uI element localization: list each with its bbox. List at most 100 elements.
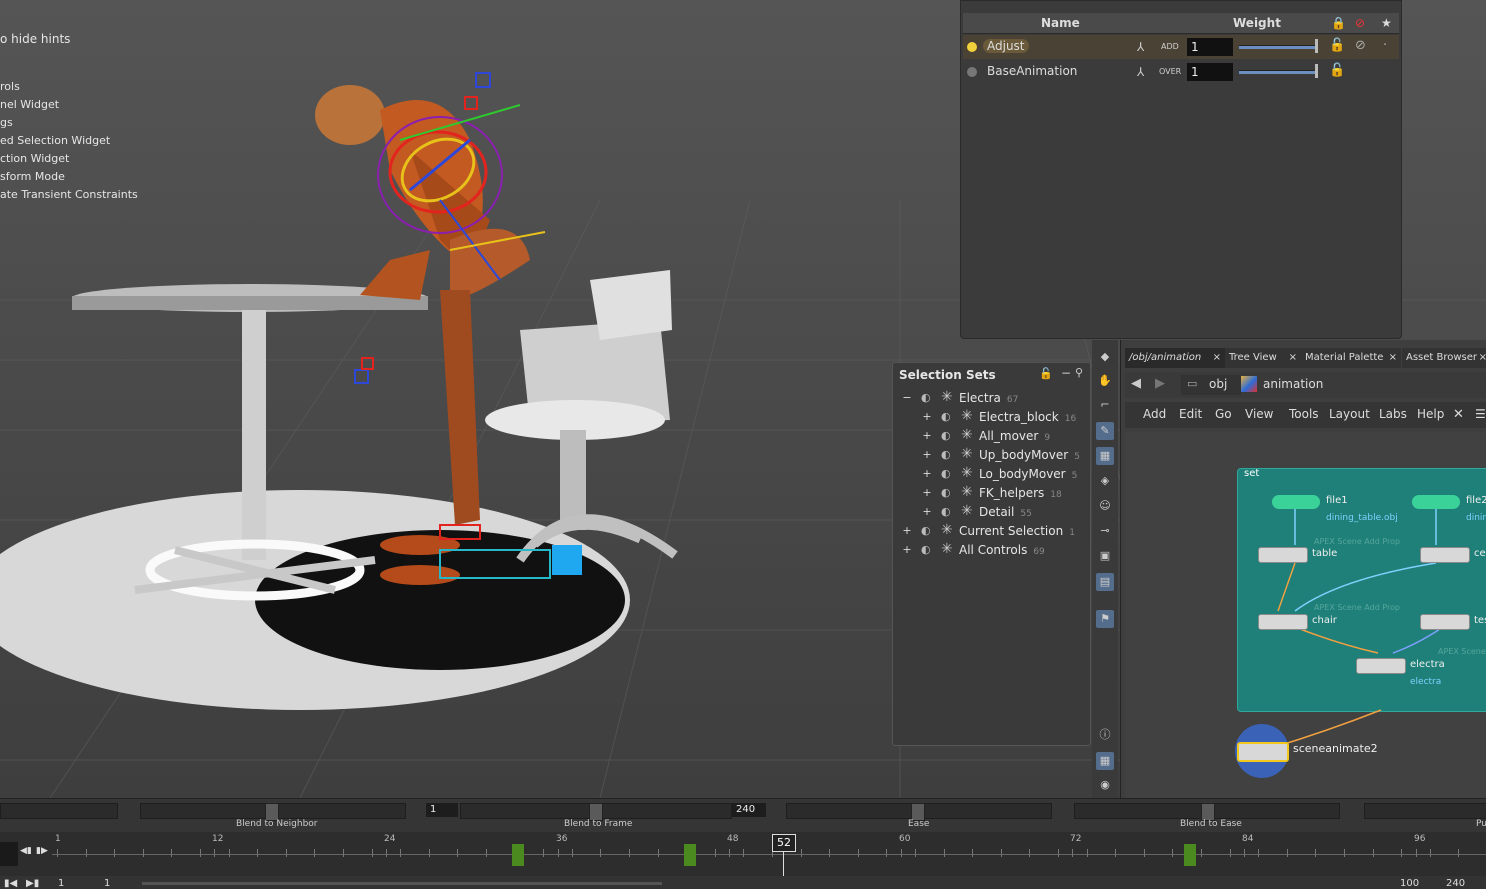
selection-set-item[interactable]: + ◐ ✳ Electra_block 16 — [921, 408, 1091, 427]
layer-mode[interactable]: OVER — [1159, 67, 1181, 76]
node-file2[interactable] — [1412, 495, 1460, 509]
diamond-tool-icon[interactable]: ◈ — [1096, 472, 1114, 490]
lock-icon[interactable]: 🔓 — [1039, 367, 1053, 380]
selection-set-item[interactable]: + ◐ ✳ All Controls 69 — [901, 541, 1071, 560]
close-icon[interactable]: × — [1289, 348, 1297, 368]
menu-go[interactable]: Go — [1215, 407, 1232, 421]
layer-name[interactable]: BaseAnimation — [983, 64, 1081, 78]
lock-icon[interactable]: 🔓 — [1329, 38, 1345, 53]
mute-all-icon[interactable]: ⊘ — [1355, 16, 1365, 30]
keyframe-marker[interactable] — [684, 844, 696, 866]
expand-toggle-icon[interactable]: − — [901, 392, 913, 404]
selection-set-item[interactable]: + ◐ ✳ All_mover 9 — [921, 427, 1091, 446]
playhead-line[interactable] — [783, 850, 784, 876]
selection-set-item[interactable]: + ◐ ✳ Lo_bodyMover 5 — [921, 465, 1091, 484]
timeline[interactable]: ◀▮ ▮▶ 1 12 24 36 48 60 72 84 96 52 — [0, 832, 1486, 876]
brush-tool-icon[interactable]: ✎ — [1096, 422, 1114, 440]
blend-to-frame-slider[interactable] — [460, 803, 732, 821]
close-icon[interactable]: × — [1389, 348, 1397, 368]
selection-set-label[interactable]: FK_helpers 18 — [979, 486, 1062, 500]
range-start2-input[interactable]: 1 — [104, 878, 110, 889]
info-icon[interactable]: ⓘ — [1096, 726, 1114, 744]
selection-set-label[interactable]: Electra_block 16 — [979, 410, 1076, 424]
menu-help[interactable]: Help — [1417, 407, 1444, 421]
list-icon[interactable]: ☰ — [1475, 407, 1486, 421]
dot-icon[interactable]: · — [1383, 38, 1387, 53]
menu-view[interactable]: View — [1245, 407, 1273, 421]
layer-mode[interactable]: ADD — [1161, 42, 1179, 51]
selection-set-label[interactable]: Electra 67 — [959, 391, 1018, 405]
layer-row-adjust[interactable]: Adjust ⅄ ADD 1 🔓 ⊘ · — [963, 35, 1399, 59]
image-tool-icon[interactable]: ▤ — [1096, 573, 1114, 591]
lock-all-icon[interactable]: 🔒 — [1331, 16, 1346, 30]
select-tool-icon[interactable]: ◆ — [1096, 348, 1114, 366]
expand-toggle-icon[interactable]: + — [901, 525, 913, 537]
menu-labs[interactable]: Labs — [1379, 407, 1407, 421]
expand-toggle-icon[interactable]: + — [921, 411, 933, 423]
tab-asset-browser[interactable]: Asset Browser × — [1402, 348, 1486, 368]
expand-toggle-icon[interactable]: + — [921, 506, 933, 518]
menu-layout[interactable]: Layout — [1329, 407, 1370, 421]
display-tool-icon[interactable]: ▣ — [1096, 547, 1114, 565]
expand-toggle-icon[interactable]: + — [921, 430, 933, 442]
current-frame-indicator[interactable]: 52 — [772, 834, 796, 852]
layer-weight-input[interactable]: 1 — [1187, 63, 1233, 81]
node-table[interactable] — [1258, 547, 1308, 563]
selection-set-item[interactable]: − ◐ ✳ Electra 67 — [901, 389, 1071, 408]
layer-weight-input[interactable]: 1 — [1187, 38, 1233, 56]
range-end-input[interactable]: 100 — [1400, 878, 1419, 889]
layer-active-dot[interactable] — [967, 42, 977, 52]
range-slider[interactable] — [142, 882, 662, 885]
selection-set-item[interactable]: + ◐ ✳ FK_helpers 18 — [921, 484, 1091, 503]
step-forward-icon[interactable]: ▮▶ — [36, 846, 48, 856]
blend-to-neighbor-slider[interactable] — [140, 803, 406, 821]
selection-set-item[interactable]: + ◐ ✳ Current Selection 1 — [901, 522, 1075, 541]
close-icon[interactable]: × — [1213, 348, 1221, 368]
tab-tree-view[interactable]: Tree View × — [1225, 348, 1301, 368]
curve-tool-icon[interactable]: ⌐ — [1096, 396, 1114, 414]
star-icon[interactable]: ★ — [1381, 16, 1392, 30]
subnet-set[interactable]: set file1 dining_table.obj file2 dinin A… — [1237, 468, 1486, 712]
expand-toggle-icon[interactable]: + — [901, 544, 913, 556]
mute-icon[interactable]: ⊘ — [1355, 38, 1366, 53]
selection-set-label[interactable]: Lo_bodyMover 5 — [979, 467, 1077, 481]
layer-row-base[interactable]: BaseAnimation ⅄ OVER 1 🔓 — [963, 60, 1399, 84]
slider-handle[interactable] — [1315, 64, 1318, 78]
node-sceneanimate2[interactable] — [1235, 724, 1289, 778]
menu-add[interactable]: Add — [1143, 407, 1166, 421]
timeline-track[interactable] — [52, 854, 1486, 855]
selection-set-label[interactable]: All Controls 69 — [959, 543, 1045, 557]
pose-tool-icon[interactable]: ✋ — [1096, 372, 1114, 390]
tools-icon[interactable]: ✕ — [1453, 407, 1464, 422]
blend-slider-left[interactable] — [0, 803, 118, 819]
selection-set-label[interactable]: All_mover 9 — [979, 429, 1050, 443]
step-back-icon[interactable]: ◀▮ — [20, 846, 32, 856]
eye-icon[interactable]: ◉ — [1096, 776, 1114, 794]
end-icon[interactable]: ▶▮ — [26, 878, 39, 889]
node-tes[interactable] — [1420, 614, 1470, 630]
robot-tool-icon[interactable]: ☺ — [1096, 497, 1114, 515]
expand-toggle-icon[interactable]: + — [921, 468, 933, 480]
node-electra[interactable] — [1356, 658, 1406, 674]
forward-arrow-icon[interactable]: ▶ — [1155, 376, 1165, 391]
tab-obj-animation[interactable]: /obj/animation × — [1125, 348, 1225, 368]
layer-name[interactable]: Adjust — [983, 39, 1029, 53]
selected-node-body[interactable] — [1237, 742, 1289, 762]
pin-icon[interactable]: ⚲ — [1075, 366, 1083, 379]
blend-start-input[interactable]: 1 — [426, 803, 458, 817]
keyframe-marker[interactable] — [1184, 844, 1196, 866]
blend-to-ease-slider[interactable] — [1074, 803, 1340, 821]
lock-icon[interactable]: 🔓 — [1329, 63, 1345, 78]
back-arrow-icon[interactable]: ◀ — [1131, 376, 1141, 391]
layout-icon[interactable]: ▦ — [1096, 752, 1114, 770]
menu-edit[interactable]: Edit — [1179, 407, 1202, 421]
selection-set-item[interactable]: + ◐ ✳ Detail 55 — [921, 503, 1091, 522]
close-icon[interactable]: × — [1479, 348, 1486, 368]
layer-weight-slider[interactable] — [1239, 45, 1317, 49]
expand-toggle-icon[interactable]: + — [921, 449, 933, 461]
ease-slider[interactable] — [786, 803, 1052, 821]
rewind-icon[interactable]: ▮◀ — [4, 878, 17, 889]
selection-set-label[interactable]: Detail 55 — [979, 505, 1032, 519]
range-end2-input[interactable]: 240 — [1446, 878, 1465, 889]
play-button[interactable] — [0, 842, 18, 866]
